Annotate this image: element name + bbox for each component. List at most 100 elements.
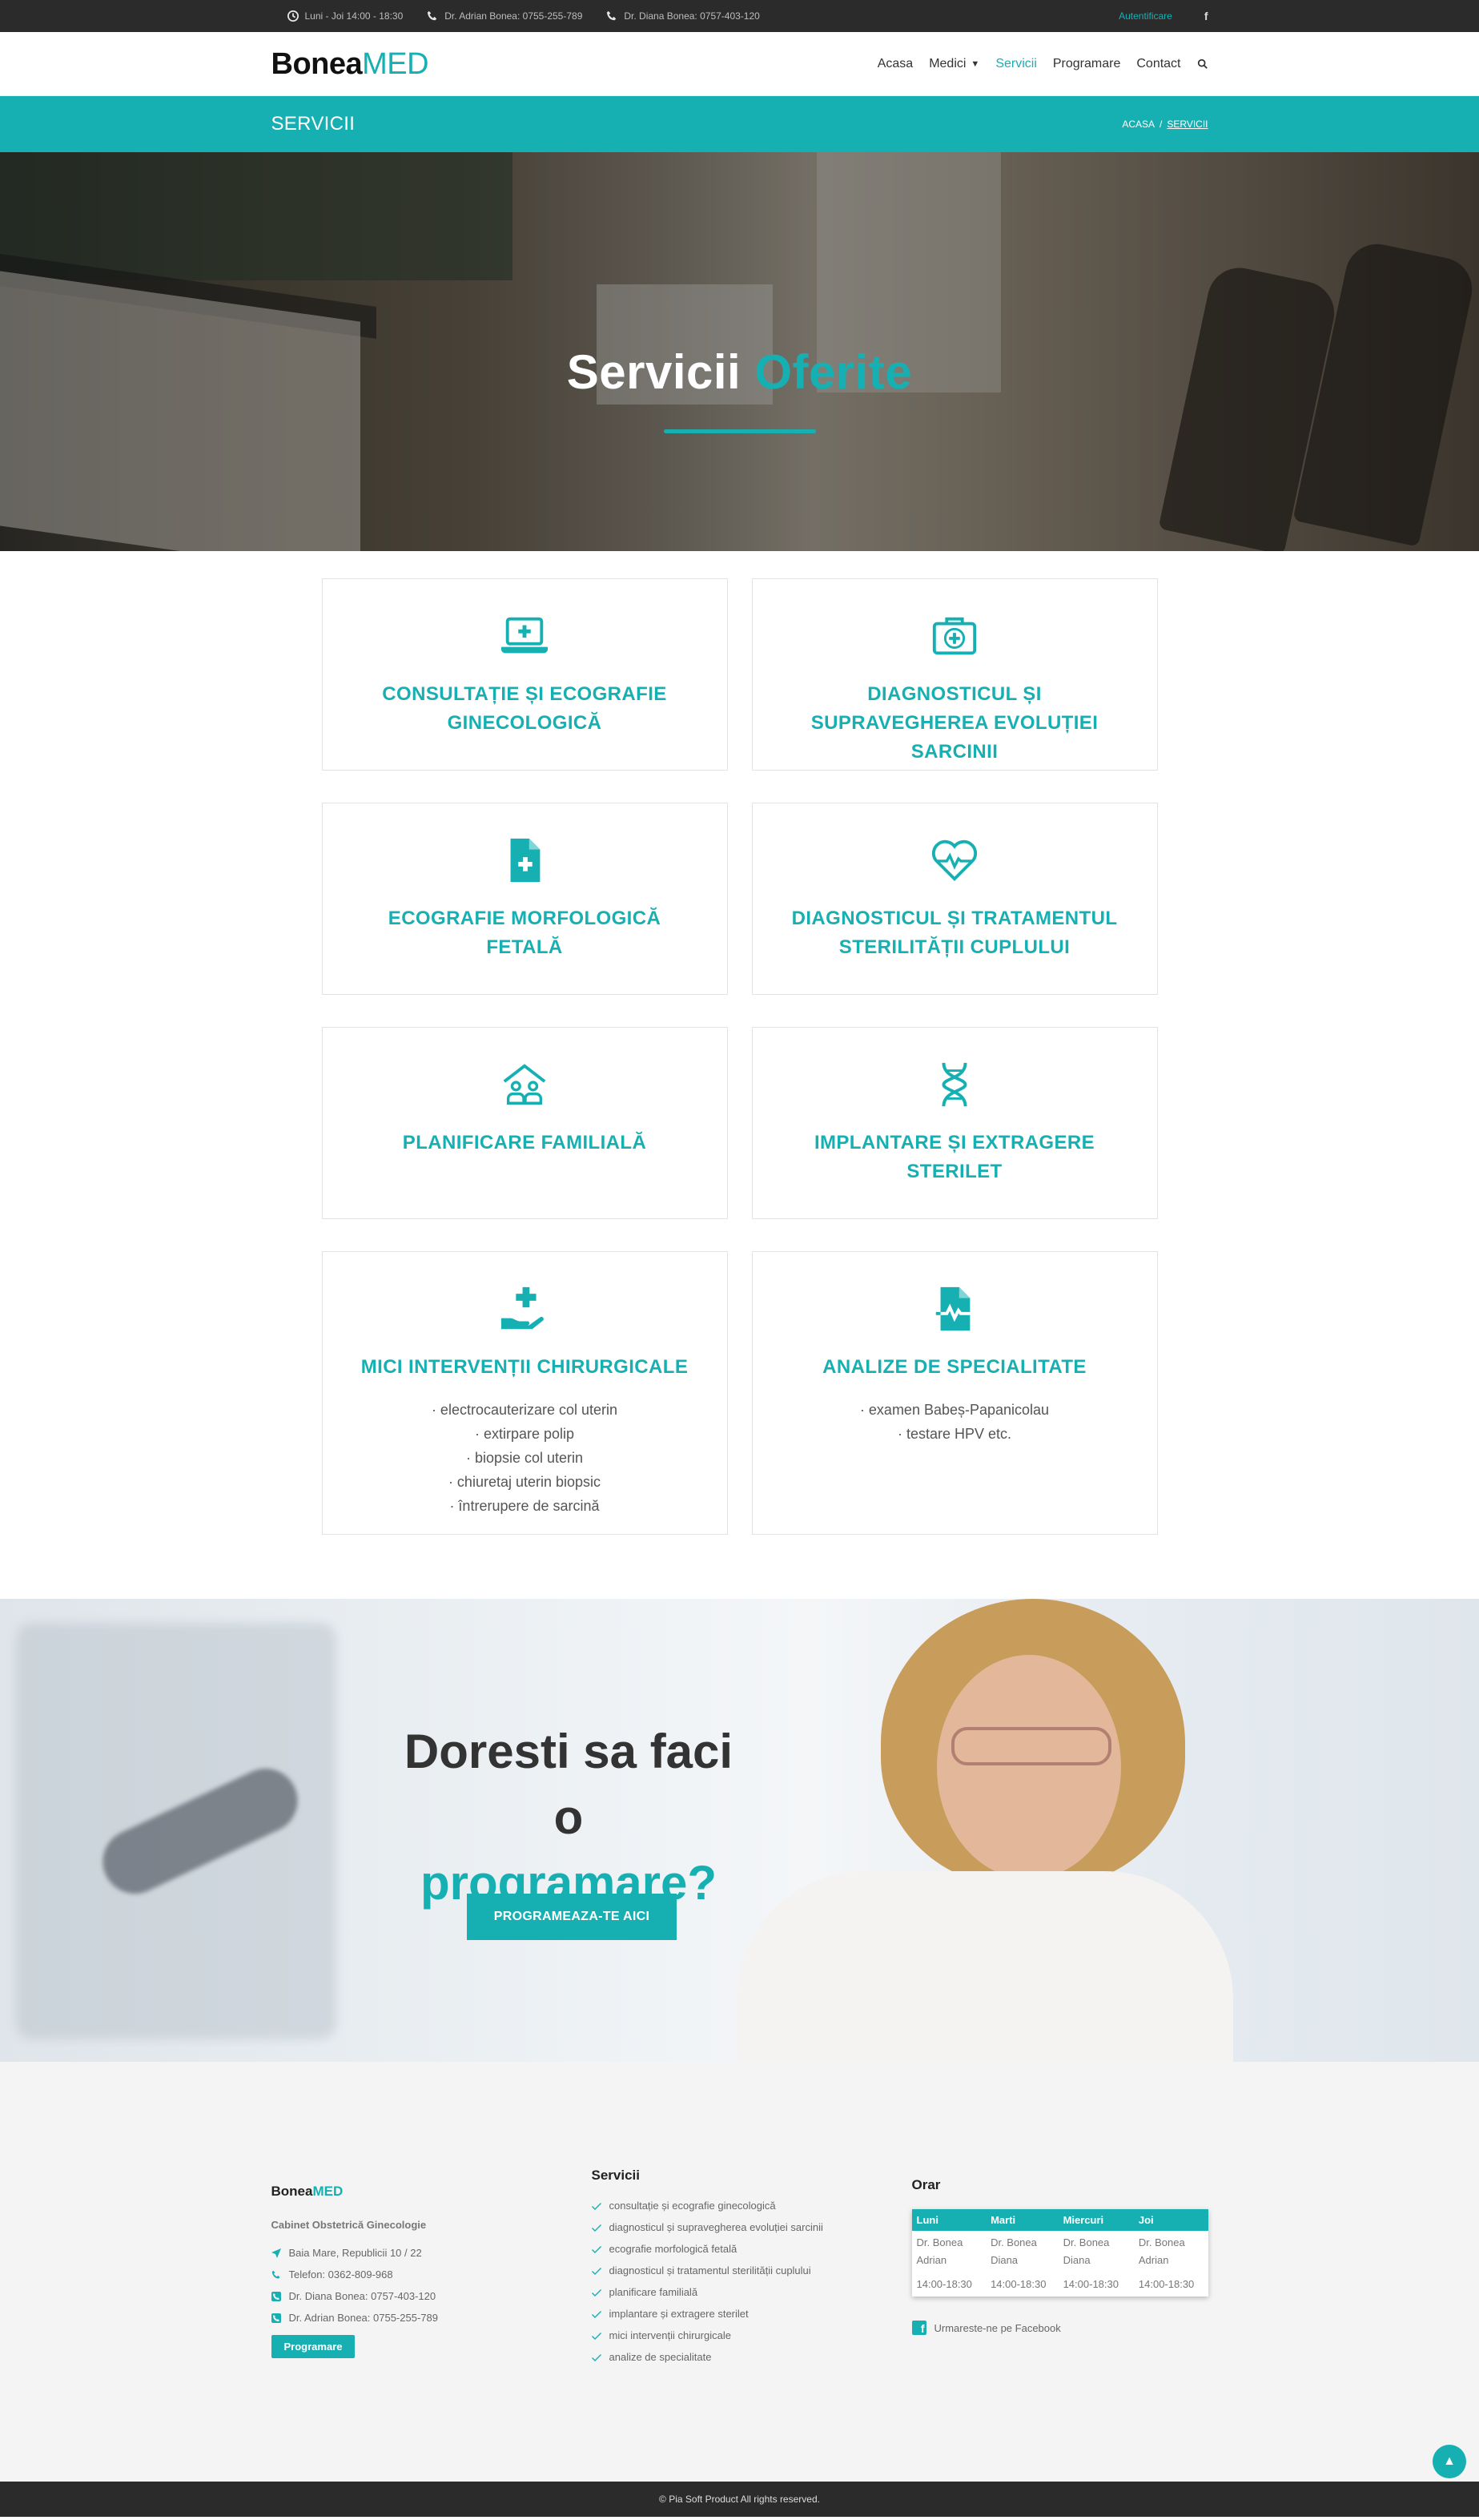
phone-text-2: Dr. Diana Bonea: 0757-403-120 (624, 10, 760, 22)
check-icon (591, 2224, 601, 2232)
search-button[interactable] (1197, 58, 1208, 70)
first-aid-kit-icon (928, 610, 981, 662)
nav-item-servicii[interactable]: Servicii (995, 57, 1037, 71)
nav-label: Medici (929, 57, 967, 70)
breadcrumb-current[interactable]: SERVICII (1167, 119, 1208, 130)
phone-icon (271, 2270, 279, 2278)
heartbeat-icon (928, 834, 981, 887)
service-card[interactable]: DIAGNOSTICUL ȘI SUPRAVEGHEREA EVOLUȚIEI … (751, 578, 1158, 771)
footer-service-item[interactable]: analize de specialitate (591, 2346, 912, 2368)
dna-icon (928, 1058, 981, 1111)
hours-info: Luni - Joi 14:00 - 18:30 (287, 10, 403, 22)
phone-icon (428, 10, 437, 21)
footer-phone-adrian[interactable]: Dr. Adrian Bonea: 0755-255-789 (271, 2307, 592, 2329)
service-detail-item: · testare HPV etc. (897, 1426, 1012, 1442)
phone-icon (607, 10, 617, 21)
footer-service-item[interactable]: diagnosticul și tratamentul sterilității… (591, 2260, 912, 2281)
footer-phone-adrian-text: Dr. Adrian Bonea: 0755-255-789 (288, 2312, 438, 2324)
page-title-bar: SERVICII ACASA / SERVICII (0, 96, 1479, 152)
service-title: ANALIZE DE SPECIALITATE (822, 1356, 1087, 1378)
schedule-hours: 14:00-18:30 (1063, 2278, 1119, 2290)
service-card[interactable]: CONSULTAȚIE ȘI ECOGRAFIE GINECOLOGICĂ (321, 578, 728, 771)
cta-line-1: Doresti sa faci o (404, 1725, 733, 1844)
service-detail-item: · extirpare polip (474, 1426, 575, 1442)
chevron-down-icon: ▼ (971, 59, 980, 69)
phone-info-1[interactable]: Dr. Adrian Bonea: 0755-255-789 (427, 10, 582, 22)
service-detail-item: · examen Babeș-Papanicolau (859, 1402, 1050, 1418)
family-home-icon (498, 1058, 551, 1111)
nav-item-medici[interactable]: Medici ▼ (929, 57, 979, 71)
footer-facebook-link[interactable]: f Urmareste-ne pe Facebook (911, 2321, 1208, 2335)
nav-label: Acasa (877, 57, 914, 70)
hero-title-main: Servicii (566, 345, 742, 399)
facebook-icon[interactable]: f (1204, 10, 1208, 22)
service-card[interactable]: ANALIZE DE SPECIALITATE · examen Babeș-P… (751, 1251, 1158, 1535)
book-appointment-button[interactable]: PROGRAMEAZA-TE AICI (467, 1894, 677, 1940)
nav-item-contact[interactable]: Contact (1136, 57, 1180, 71)
footer-service-item[interactable]: diagnosticul și supravegherea evoluției … (591, 2216, 912, 2238)
phone-info-2[interactable]: Dr. Diana Bonea: 0757-403-120 (606, 10, 760, 22)
footer-address-text: Baia Mare, Republicii 10 / 22 (288, 2247, 422, 2259)
clock-icon (287, 10, 299, 22)
service-card[interactable]: PLANIFICARE FAMILIALĂ (321, 1027, 728, 1219)
phone-square-icon (271, 2313, 281, 2323)
footer-service-label: diagnosticul și tratamentul sterilității… (609, 2264, 811, 2276)
check-icon (591, 2245, 601, 2253)
check-icon (591, 2353, 601, 2361)
service-details: · electrocauterizare col uterin · extirp… (432, 1398, 617, 1518)
services-section: CONSULTAȚIE ȘI ECOGRAFIE GINECOLOGICĂ DI… (0, 551, 1479, 1599)
schedule-table: Luni Marti Miercuri Joi Dr. Bonea Adrian… (911, 2209, 1208, 2297)
service-detail-item: · chiuretaj uterin biopsic (448, 1474, 601, 1490)
hero-banner: Servicii Oferite (0, 152, 1479, 551)
schedule-doctor: Dr. Bonea Diana (1063, 2236, 1110, 2266)
service-card[interactable]: MICI INTERVENȚII CHIRURGICALE · electroc… (321, 1251, 728, 1535)
check-icon (591, 2332, 601, 2340)
service-title: CONSULTAȚIE ȘI ECOGRAFIE GINECOLOGICĂ (382, 683, 667, 734)
footer-service-item[interactable]: implantare și extragere sterilet (591, 2303, 912, 2325)
service-card[interactable]: ECOGRAFIE MORFOLOGICĂ FETALĂ (321, 803, 728, 995)
site-logo[interactable]: BoneaMED (271, 47, 429, 82)
file-waveform-icon (928, 1282, 981, 1335)
breadcrumb: ACASA / SERVICII (1122, 119, 1208, 130)
footer-logo[interactable]: BoneaMED (271, 2184, 592, 2200)
scroll-to-top-button[interactable]: ▲ (1433, 2445, 1466, 2478)
footer-service-item[interactable]: consultație și ecografie ginecologică (591, 2195, 912, 2216)
cta-heading: Doresti sa faci o programare? (392, 1719, 745, 1916)
login-link[interactable]: Autentificare (1119, 10, 1172, 22)
breadcrumb-home[interactable]: ACASA (1122, 119, 1155, 130)
schedule-doctor-row: Dr. Bonea Adrian Dr. Bonea Diana Dr. Bon… (912, 2231, 1208, 2272)
footer-service-item[interactable]: planificare familială (591, 2281, 912, 2303)
footer-phone-diana[interactable]: Dr. Diana Bonea: 0757-403-120 (271, 2285, 592, 2307)
schedule-day: Marti (986, 2209, 1059, 2231)
nav-item-programare[interactable]: Programare (1053, 57, 1120, 71)
footer-appointment-button[interactable]: Programare (271, 2335, 356, 2358)
service-title: PLANIFICARE FAMILIALĂ (402, 1132, 647, 1153)
location-arrow-icon (271, 2248, 281, 2258)
schedule-doctor: Dr. Bonea Adrian (1138, 2236, 1185, 2266)
service-title: DIAGNOSTICUL ȘI SUPRAVEGHEREA EVOLUȚIEI … (810, 683, 1099, 763)
schedule-hours-row: 14:00-18:30 14:00-18:30 14:00-18:30 14:0… (912, 2272, 1208, 2297)
hand-holding-medical-icon (498, 1282, 551, 1335)
footer-services-column: Servicii consultație și ecografie gineco… (591, 2168, 912, 2368)
phone-square-icon (271, 2291, 281, 2301)
service-card[interactable]: IMPLANTARE ȘI EXTRAGERE STERILET (751, 1027, 1158, 1219)
cta-photo-doctor-glasses (951, 1727, 1111, 1765)
footer-phone-diana-text: Dr. Diana Bonea: 0757-403-120 (288, 2290, 436, 2302)
schedule-day: Miercuri (1058, 2209, 1134, 2231)
nav-item-acasa[interactable]: Acasa (878, 57, 913, 71)
footer-service-item[interactable]: ecografie morfologică fetală (591, 2238, 912, 2260)
footer-address: Baia Mare, Republicii 10 / 22 (271, 2242, 592, 2264)
footer-service-item[interactable]: mici intervenții chirurgicale (591, 2325, 912, 2346)
chevron-up-icon: ▲ (1443, 2454, 1456, 2468)
footer-contact-column: BoneaMED Cabinet Obstetrică Ginecologie … (271, 2168, 592, 2368)
logo-main: Bonea (271, 46, 363, 81)
footer-service-label: mici intervenții chirurgicale (609, 2329, 731, 2341)
check-icon (591, 2267, 601, 2275)
schedule-header-row: Luni Marti Miercuri Joi (911, 2209, 1208, 2231)
service-card[interactable]: DIAGNOSTICUL ȘI TRATAMENTUL STERILITĂȚII… (751, 803, 1158, 995)
footer-schedule-column: Orar Luni Marti Miercuri Joi Dr. Bonea A… (911, 2168, 1208, 2368)
service-title: MICI INTERVENȚII CHIRURGICALE (360, 1356, 689, 1378)
footer-phone[interactable]: Telefon: 0362-809-968 (271, 2264, 592, 2285)
nav-label: Contact (1136, 57, 1181, 70)
nav-label: Programare (1052, 57, 1121, 70)
